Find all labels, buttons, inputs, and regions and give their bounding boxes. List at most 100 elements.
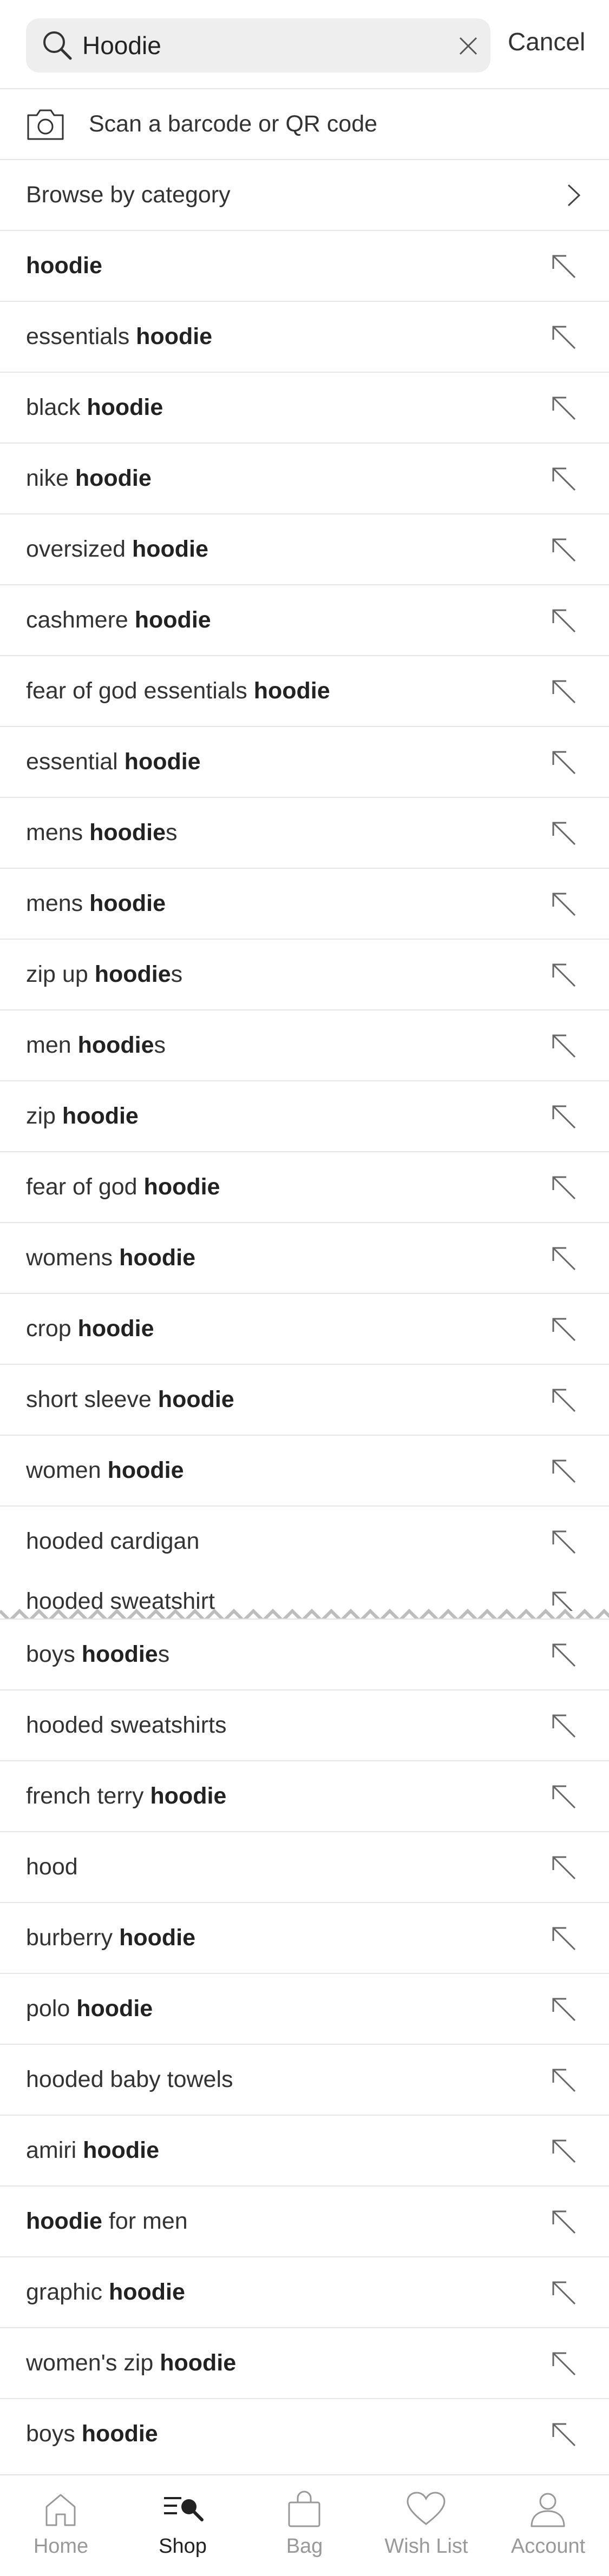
suggestion-row[interactable]: mens hoodie (0, 868, 609, 939)
suggestion-prefix: fear of god essentials (26, 678, 254, 704)
suggestion-prefix: fear of god (26, 1174, 144, 1200)
suggestion-row[interactable]: cashmere hoodie (0, 584, 609, 655)
suggestion-match: hoodie (143, 1174, 220, 1200)
suggestion-text: polo hoodie (26, 1996, 153, 2022)
suggestion-row[interactable]: oversized hoodie (0, 513, 609, 584)
tab-wish-list[interactable]: Wish List (365, 2475, 487, 2576)
suggestion-row[interactable]: amiri hoodie (0, 2115, 609, 2185)
fill-query-arrow-icon[interactable] (548, 676, 579, 707)
fill-query-arrow-icon[interactable] (548, 1172, 579, 1203)
suggestion-row[interactable]: zip up hoodies (0, 939, 609, 1009)
fill-query-arrow-icon[interactable] (548, 2206, 579, 2237)
fill-query-arrow-icon[interactable] (548, 2348, 579, 2379)
fill-query-arrow-icon[interactable] (548, 605, 579, 636)
fill-query-arrow-icon[interactable] (548, 392, 579, 424)
suggestion-row[interactable]: essential hoodie (0, 726, 609, 797)
suggestion-prefix: polo (26, 1996, 77, 2022)
suggestion-row[interactable]: hooded sweatshirts (0, 1689, 609, 1760)
suggestion-suffix: s (166, 820, 178, 846)
suggestion-row[interactable]: hoodie for men (0, 2185, 609, 2256)
suggestion-prefix: zip (26, 1103, 62, 1129)
suggestion-prefix: nike (26, 465, 75, 491)
suggestion-prefix: boys (26, 2421, 82, 2447)
fill-query-arrow-icon[interactable] (548, 817, 579, 849)
fill-query-arrow-icon[interactable] (548, 1030, 579, 1061)
suggestion-row[interactable]: boys hoodie (0, 2398, 609, 2469)
fill-query-arrow-icon[interactable] (548, 534, 579, 565)
suggestion-prefix: cashmere (26, 607, 135, 633)
suggestion-match: hoodie (253, 678, 330, 704)
suggestion-suffix: s (154, 1032, 166, 1058)
suggestion-row[interactable]: short sleeve hoodie (0, 1364, 609, 1435)
fill-query-arrow-icon[interactable] (548, 250, 579, 282)
suggestion-row[interactable]: french terry hoodie (0, 1760, 609, 1831)
suggestion-row[interactable]: mens hoodies (0, 797, 609, 868)
fill-query-arrow-icon[interactable] (548, 1243, 579, 1274)
browse-by-category-row[interactable]: Browse by category (0, 159, 609, 230)
fill-query-arrow-icon[interactable] (548, 2064, 579, 2096)
shop-icon (164, 2497, 204, 2521)
suggestion-row[interactable]: hooded baby towels (0, 2044, 609, 2115)
fill-query-arrow-icon[interactable] (548, 1852, 579, 1883)
tab-account[interactable]: Account (487, 2475, 609, 2576)
suggestion-prefix: french terry (26, 1783, 150, 1809)
fill-query-arrow-icon[interactable] (548, 747, 579, 778)
suggestion-text: boys hoodies (26, 1641, 169, 1668)
suggestion-row[interactable]: fear of god hoodie (0, 1151, 609, 1222)
fill-query-arrow-icon[interactable] (548, 1639, 579, 1670)
suggestion-row[interactable]: burberry hoodie (0, 1902, 609, 1973)
fill-query-arrow-icon[interactable] (548, 2277, 579, 2308)
suggestion-row[interactable]: hoodie (0, 230, 609, 301)
fill-query-arrow-icon[interactable] (548, 1710, 579, 1741)
tab-label: Wish List (384, 2535, 468, 2558)
suggestion-match: hoodie (132, 536, 208, 562)
fill-query-arrow-icon[interactable] (548, 1923, 579, 1954)
search-input[interactable] (82, 26, 418, 65)
tab-home[interactable]: Home (0, 2475, 122, 2576)
suggestion-row[interactable]: women hoodie (0, 1435, 609, 1505)
suggestion-text: hoodie (26, 253, 102, 279)
suggestion-prefix: hooded baby towels (26, 2066, 233, 2092)
clear-icon[interactable] (455, 32, 482, 60)
suggestion-prefix: men (26, 1032, 78, 1058)
suggestion-match: hoodie (83, 2137, 160, 2163)
fill-query-arrow-icon[interactable] (548, 1993, 579, 2025)
suggestion-row[interactable]: nike hoodie (0, 442, 609, 513)
fill-query-arrow-icon[interactable] (548, 1781, 579, 1812)
suggestion-match: hoodie (108, 2279, 185, 2305)
fill-query-arrow-icon[interactable] (548, 321, 579, 353)
suggestion-suffix: for men (102, 2208, 188, 2234)
suggestion-text: crop hoodie (26, 1316, 154, 1342)
suggestion-row[interactable]: zip hoodie (0, 1080, 609, 1151)
fill-query-arrow-icon[interactable] (548, 959, 579, 990)
suggestion-text: mens hoodie (26, 890, 166, 917)
tab-shop[interactable]: Shop (122, 2475, 244, 2576)
suggestion-row[interactable]: hood (0, 1831, 609, 1902)
fill-query-arrow-icon[interactable] (548, 463, 579, 494)
suggestion-row[interactable]: graphic hoodie (0, 2256, 609, 2327)
home-icon (45, 2494, 76, 2526)
suggestion-row[interactable]: womens hoodie (0, 1222, 609, 1293)
fill-query-arrow-icon[interactable] (548, 1101, 579, 1132)
fill-query-arrow-icon[interactable] (548, 1384, 579, 1416)
fill-query-arrow-icon[interactable] (548, 2135, 579, 2167)
suggestion-row[interactable]: fear of god essentials hoodie (0, 655, 609, 726)
tab-bag[interactable]: Bag (244, 2475, 365, 2576)
fill-query-arrow-icon[interactable] (548, 1526, 579, 1557)
suggestion-row[interactable]: black hoodie (0, 372, 609, 442)
fill-query-arrow-icon[interactable] (548, 888, 579, 920)
search-field[interactable] (26, 18, 490, 72)
suggestion-row[interactable]: men hoodies (0, 1009, 609, 1080)
suggestion-row[interactable]: boys hoodies (0, 1619, 609, 1689)
suggestion-suffix: s (158, 1641, 170, 1667)
fill-query-arrow-icon[interactable] (548, 1313, 579, 1345)
suggestion-row[interactable]: women's zip hoodie (0, 2327, 609, 2398)
cancel-button[interactable]: Cancel (508, 27, 585, 56)
scan-barcode-row[interactable]: Scan a barcode or QR code (0, 88, 609, 159)
suggestion-row[interactable]: polo hoodie (0, 1973, 609, 2044)
fill-query-arrow-icon[interactable] (548, 1455, 579, 1487)
suggestion-row[interactable]: essentials hoodie (0, 301, 609, 372)
suggestion-row[interactable]: hooded cardigan (0, 1505, 609, 1576)
fill-query-arrow-icon[interactable] (548, 2419, 579, 2450)
suggestion-row[interactable]: crop hoodie (0, 1293, 609, 1364)
